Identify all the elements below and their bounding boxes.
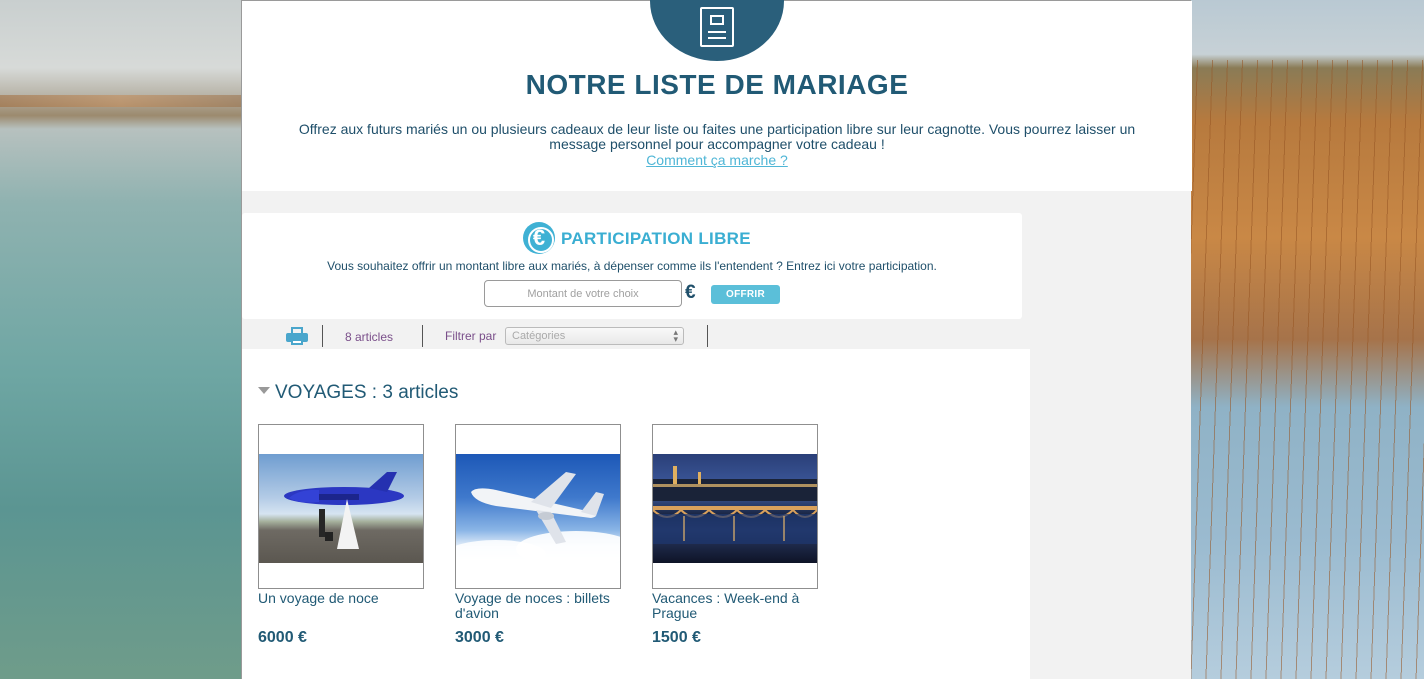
category-filter-select[interactable]: Catégories ▴ ▾: [505, 327, 684, 345]
page-title: NOTRE LISTE DE MARIAGE: [525, 69, 909, 100]
product-thumbnail[interactable]: [455, 424, 621, 589]
print-icon[interactable]: [286, 327, 308, 345]
product-name[interactable]: Voyage de noces : billets d'avion: [455, 591, 615, 621]
product-price: 1500 €: [652, 629, 701, 646]
product-price: 6000 €: [258, 629, 307, 646]
filter-label: Filtrer par: [445, 329, 497, 343]
product-card[interactable]: Voyage de noces : billets d'avion 3000 €: [455, 424, 621, 647]
product-image: [653, 454, 817, 563]
background-lake-left: [0, 0, 241, 679]
main-column: NOTRE LISTE DE MARIAGE Offrez aux futurs…: [241, 0, 1192, 679]
toolbar-divider: [322, 325, 323, 347]
list-toolbar: 8 articles Filtrer par Catégories ▴ ▾: [242, 325, 1030, 349]
product-list: VOYAGES : 3 articles Un voyage de noce 6…: [242, 349, 1030, 679]
intro-text: Offrez aux futurs mariés un ou plusieurs…: [298, 121, 1136, 152]
currency-symbol: €: [685, 282, 696, 303]
product-image: [456, 454, 620, 563]
gift-list-icon: [700, 7, 734, 47]
product-name[interactable]: Un voyage de noce: [258, 591, 418, 621]
participation-description: Vous souhaitez offrir un montant libre a…: [327, 259, 937, 273]
participation-title: PARTICIPATION LIBRE: [561, 229, 751, 248]
product-thumbnail[interactable]: [652, 424, 818, 589]
toolbar-divider: [707, 325, 708, 347]
filter-selected-value: Catégories: [512, 330, 566, 342]
header: NOTRE LISTE DE MARIAGE Offrez aux futurs…: [242, 0, 1192, 191]
product-thumbnail[interactable]: [258, 424, 424, 589]
select-arrows-icon: ▴ ▾: [673, 327, 678, 344]
product-price: 3000 €: [455, 629, 504, 646]
reeds-overlay: [1191, 60, 1424, 679]
product-card[interactable]: Vacances : Week-end à Prague 1500 €: [652, 424, 818, 647]
how-it-works-link[interactable]: Comment ça marche ?: [242, 152, 1192, 168]
product-image: [259, 454, 423, 563]
euro-icon: €: [523, 222, 555, 254]
amount-input[interactable]: [484, 280, 682, 307]
toolbar-divider: [422, 325, 423, 347]
section-header[interactable]: VOYAGES : 3 articles: [258, 382, 458, 404]
product-name[interactable]: Vacances : Week-end à Prague: [652, 591, 812, 621]
collapse-caret-icon: [258, 387, 270, 395]
offer-button[interactable]: OFFRIR: [711, 285, 780, 304]
article-count: 8 articles: [345, 330, 394, 344]
section-title: VOYAGES : 3 articles: [275, 382, 459, 403]
participation-card: € PARTICIPATION LIBRE Vous souhaitez off…: [242, 213, 1022, 319]
product-card[interactable]: Un voyage de noce 6000 €: [258, 424, 424, 647]
